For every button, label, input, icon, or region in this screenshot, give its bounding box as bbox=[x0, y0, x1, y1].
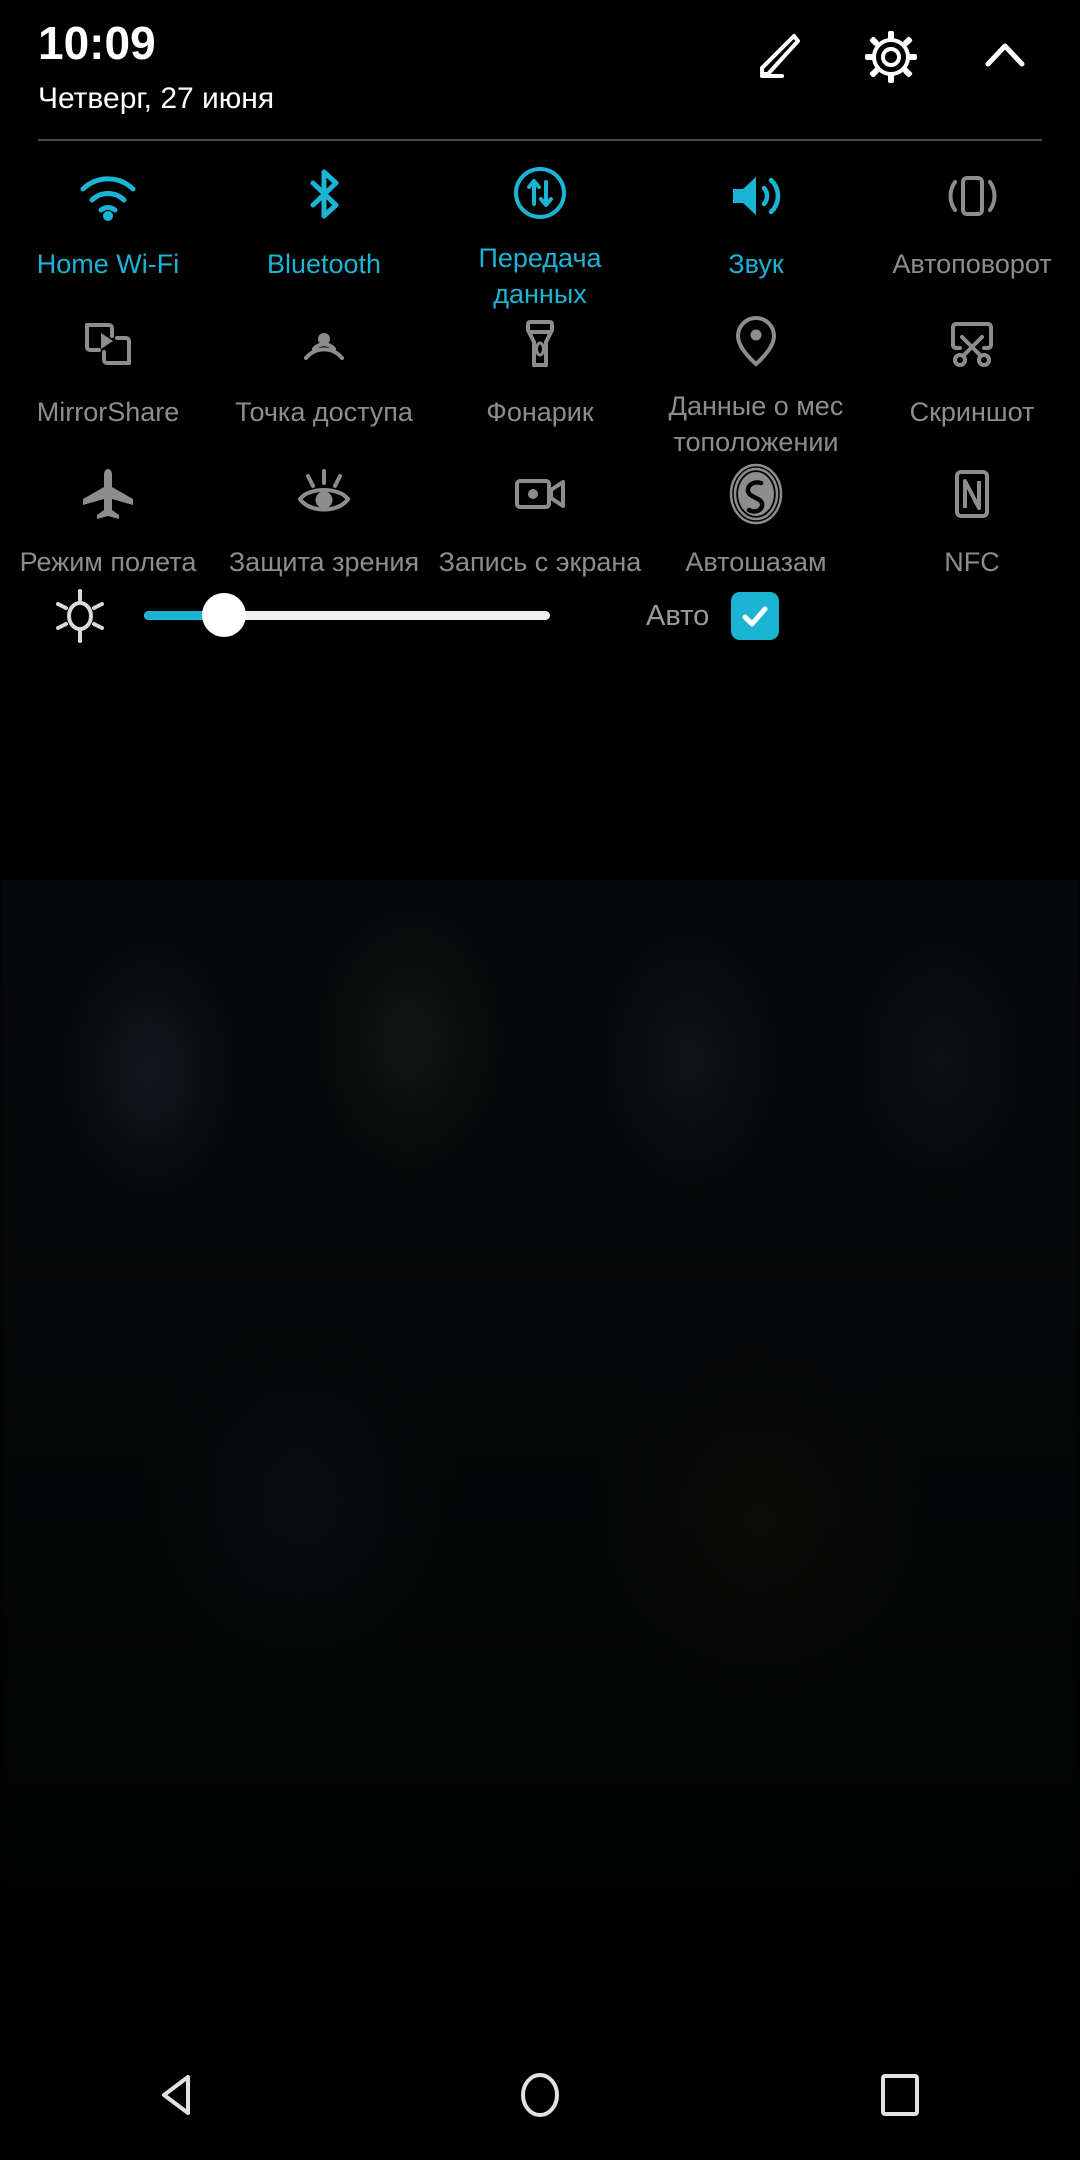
tile-hotspot[interactable]: Точка доступа bbox=[216, 288, 432, 438]
tile-auto-rotate[interactable]: Автоповорот bbox=[864, 140, 1080, 288]
tile-row: Режим полета Защита зрения Запись с экра… bbox=[0, 438, 1080, 588]
tile-screenshot[interactable]: Скриншот bbox=[864, 288, 1080, 438]
slider-thumb[interactable] bbox=[202, 593, 246, 637]
tile-flashlight[interactable]: Фонарик bbox=[432, 288, 648, 438]
mobile-data-icon bbox=[504, 160, 576, 226]
tile-mobile-data[interactable]: Передача данных bbox=[432, 140, 648, 309]
sound-speaker-icon bbox=[720, 160, 792, 232]
tile-wifi[interactable]: Home Wi-Fi bbox=[0, 140, 216, 288]
wifi-icon bbox=[72, 160, 144, 232]
hotspot-icon bbox=[288, 308, 360, 380]
tile-row: Home Wi-Fi Bluetooth Передача данных Зву… bbox=[0, 140, 1080, 309]
bluetooth-icon bbox=[288, 160, 360, 232]
tile-nfc[interactable]: NFC bbox=[864, 438, 1080, 588]
tile-screen-record[interactable]: Запись с экрана bbox=[432, 438, 648, 588]
recents-square-icon[interactable] bbox=[825, 2045, 975, 2145]
screenshot-scissors-icon bbox=[936, 308, 1008, 380]
nfc-icon bbox=[936, 458, 1008, 530]
header-action-icons bbox=[746, 26, 1036, 88]
screen-record-icon bbox=[504, 458, 576, 530]
quick-settings-tiles: Home Wi-Fi Bluetooth Передача данных Зву… bbox=[0, 140, 1080, 588]
quick-settings-panel: 10:09 Четверг, 27 июня Home Wi-Fi Blueto… bbox=[0, 0, 1080, 880]
tile-label: Bluetooth bbox=[266, 249, 382, 279]
airplane-icon bbox=[72, 458, 144, 530]
gear-icon[interactable] bbox=[860, 26, 922, 88]
panel-header: 10:09 Четверг, 27 июня bbox=[0, 0, 1080, 141]
location-pin-icon bbox=[720, 308, 792, 374]
chevron-up-icon[interactable] bbox=[974, 26, 1036, 88]
auto-brightness-checkbox[interactable] bbox=[731, 592, 780, 640]
pencil-edit-icon[interactable] bbox=[746, 26, 808, 88]
tile-label: Home Wi-Fi bbox=[36, 249, 180, 279]
tile-location[interactable]: Данные о мес тоположении bbox=[648, 288, 864, 457]
tile-label: Автоповорот bbox=[892, 249, 1052, 279]
tile-sound[interactable]: Звук bbox=[648, 140, 864, 288]
auto-rotate-icon bbox=[936, 160, 1008, 232]
brightness-row: Авто bbox=[0, 568, 1080, 664]
checkmark-icon bbox=[742, 606, 768, 627]
status-date: Четверг, 27 июня bbox=[38, 82, 275, 115]
navigation-bar bbox=[0, 2030, 1080, 2160]
tile-eye-protection[interactable]: Защита зрения bbox=[216, 438, 432, 588]
flashlight-icon bbox=[504, 308, 576, 380]
shazam-icon bbox=[720, 458, 792, 530]
tile-label: Звук bbox=[728, 249, 784, 279]
android-screen: 10:09 Четверг, 27 июня Home Wi-Fi Blueto… bbox=[0, 0, 1080, 2160]
tile-label: Скриншот bbox=[909, 397, 1035, 427]
auto-brightness-label: Авто bbox=[646, 599, 710, 632]
mirrorshare-icon bbox=[72, 308, 144, 380]
tile-auto-shazam[interactable]: Автошазам bbox=[648, 438, 864, 588]
tile-label: MirrorShare bbox=[36, 397, 180, 427]
tile-row: MirrorShare Точка доступа Фонарик Данные… bbox=[0, 288, 1080, 457]
back-triangle-icon[interactable] bbox=[105, 2045, 255, 2145]
tile-airplane-mode[interactable]: Режим полета bbox=[0, 438, 216, 588]
home-circle-icon[interactable] bbox=[465, 2045, 615, 2145]
tile-bluetooth[interactable]: Bluetooth bbox=[216, 140, 432, 288]
tile-label: Точка доступа bbox=[235, 397, 413, 427]
status-clock: 10:09 bbox=[38, 17, 156, 69]
tile-mirrorshare[interactable]: MirrorShare bbox=[0, 288, 216, 438]
eye-protection-icon bbox=[288, 458, 360, 530]
brightness-slider[interactable] bbox=[144, 586, 550, 646]
tile-label: Фонарик bbox=[486, 397, 594, 427]
brightness-sun-icon bbox=[48, 584, 112, 648]
